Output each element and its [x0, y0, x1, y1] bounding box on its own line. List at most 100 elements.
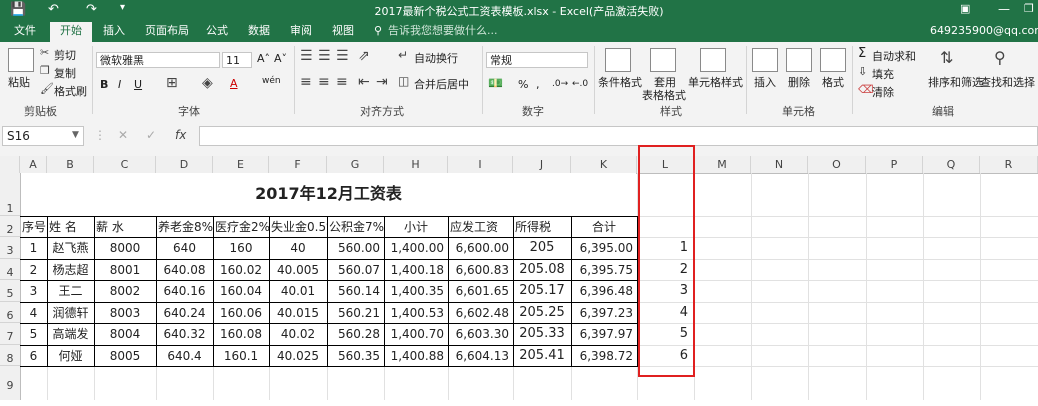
cell-styles-icon[interactable] — [700, 48, 726, 72]
table-cell[interactable]: 640 — [156, 237, 213, 259]
comma-button[interactable]: , — [536, 78, 540, 91]
table-cell[interactable]: 1,400.70 — [384, 323, 448, 345]
enter-icon[interactable]: ✓ — [146, 128, 156, 142]
column-header[interactable]: R — [980, 156, 1038, 173]
format-cells-button[interactable]: 格式 — [822, 74, 844, 90]
table-cell[interactable]: 560.14 — [327, 280, 384, 302]
table-cell[interactable]: 王二 — [47, 280, 94, 302]
phonetic-icon[interactable]: wén — [262, 76, 281, 86]
cell-styles-button[interactable]: 单元格样式 — [688, 74, 743, 90]
tab-page-layout[interactable]: 页面布局 — [145, 24, 189, 42]
italic-icon[interactable]: I — [118, 78, 121, 91]
table-cell[interactable]: 160 — [213, 237, 269, 259]
font-size-select[interactable]: 11 — [222, 52, 252, 68]
format-table-icon[interactable] — [650, 48, 676, 72]
tab-file[interactable]: 文件 — [14, 24, 36, 42]
row-header[interactable]: 3 — [0, 237, 20, 259]
header-cell[interactable]: 公积金7% — [327, 216, 384, 238]
align-right-icon[interactable]: ≡ — [336, 74, 348, 90]
insert-cells-icon[interactable] — [752, 48, 778, 72]
tab-insert[interactable]: 插入 — [103, 24, 125, 42]
bold-icon[interactable]: B — [100, 78, 108, 91]
table-cell[interactable]: 高端发 — [47, 323, 94, 345]
table-cell[interactable]: 205 — [513, 237, 571, 259]
table-cell[interactable]: 40.01 — [269, 280, 327, 302]
ribbon-display-icon[interactable]: ▣ — [960, 2, 970, 15]
conditional-format-button[interactable]: 条件格式 — [598, 74, 642, 90]
table-cell[interactable]: 6,395.75 — [571, 259, 637, 281]
table-cell[interactable]: 赵飞燕 — [47, 237, 94, 259]
wrap-text-icon[interactable]: ↵ — [398, 48, 408, 62]
tab-formulas[interactable]: 公式 — [206, 24, 228, 42]
wrap-text-button[interactable]: 自动换行 — [414, 50, 458, 66]
table-cell[interactable]: 40.015 — [269, 302, 327, 324]
row-header[interactable]: 7 — [0, 323, 20, 345]
column-header[interactable]: D — [156, 156, 213, 173]
table-cell[interactable]: 205.41 — [513, 345, 571, 367]
table-cell[interactable]: 640.32 — [156, 323, 213, 345]
column-header[interactable]: E — [213, 156, 269, 173]
row-header[interactable]: 9 — [0, 366, 20, 400]
search-icon[interactable]: ⚲ — [994, 48, 1006, 67]
merge-center-button[interactable]: 合并后居中 — [414, 76, 469, 92]
table-cell[interactable]: 640.16 — [156, 280, 213, 302]
select-all-corner[interactable] — [0, 156, 20, 173]
autosum-button[interactable]: 自动求和 — [872, 48, 916, 64]
cut-button[interactable]: 剪切 — [54, 47, 76, 63]
header-cell[interactable]: 应发工资 — [448, 216, 513, 238]
table-cell[interactable]: 160.02 — [213, 259, 269, 281]
restore-icon[interactable]: ❐ — [1024, 2, 1034, 15]
cut-icon[interactable]: ✂ — [40, 46, 49, 59]
align-middle-icon[interactable]: ☰ — [318, 48, 331, 64]
percent-button[interactable]: % — [518, 78, 528, 91]
table-cell[interactable]: 1,400.88 — [384, 345, 448, 367]
table-cell[interactable]: 6,396.48 — [571, 280, 637, 302]
table-cell[interactable]: 205.08 — [513, 259, 571, 281]
autosum-icon[interactable]: Σ — [858, 46, 866, 61]
copy-button[interactable]: 复制 — [54, 65, 76, 81]
column-header[interactable]: J — [513, 156, 571, 173]
table-cell[interactable]: 560.35 — [327, 345, 384, 367]
column-header[interactable]: I — [448, 156, 513, 173]
table-cell[interactable]: 1,400.00 — [384, 237, 448, 259]
table-cell[interactable]: 8004 — [94, 323, 156, 345]
decrease-indent-icon[interactable]: ⇤ — [358, 74, 370, 90]
paste-icon[interactable] — [8, 48, 34, 72]
table-cell[interactable]: 6,600.00 — [448, 237, 513, 259]
conditional-format-icon[interactable] — [605, 48, 631, 72]
column-header[interactable]: N — [751, 156, 808, 173]
table-cell[interactable]: 何娅 — [47, 345, 94, 367]
header-cell[interactable]: 合计 — [571, 216, 637, 238]
delete-cells-icon[interactable] — [786, 48, 812, 72]
row-header[interactable]: 5 — [0, 280, 20, 302]
fill-color-icon[interactable]: ◈ — [202, 75, 213, 91]
header-cell[interactable]: 小计 — [384, 216, 448, 238]
header-cell[interactable]: 所得税 — [513, 216, 571, 238]
borders-icon[interactable]: ⊞ — [166, 75, 178, 91]
column-header[interactable]: B — [47, 156, 94, 173]
format-cells-icon[interactable] — [820, 48, 846, 72]
fill-button[interactable]: 填充 — [872, 66, 894, 82]
table-cell[interactable]: 6 — [20, 345, 47, 367]
table-cell[interactable]: 205.25 — [513, 302, 571, 324]
column-header[interactable]: C — [94, 156, 156, 173]
increase-font-icon[interactable]: A˄ — [257, 52, 270, 65]
table-cell[interactable]: 6,602.48 — [448, 302, 513, 324]
orientation-icon[interactable]: ⇗ — [358, 48, 370, 64]
clear-button[interactable]: 清除 — [872, 84, 894, 100]
header-cell[interactable]: 姓 名 — [47, 216, 94, 238]
table-cell[interactable]: 560.28 — [327, 323, 384, 345]
table-cell[interactable]: 640.24 — [156, 302, 213, 324]
table-cell[interactable]: 6,603.30 — [448, 323, 513, 345]
tell-me-search[interactable]: 告诉我您想要做什么... — [388, 24, 498, 42]
cancel-icon[interactable]: ✕ — [118, 128, 128, 142]
column-header[interactable]: O — [808, 156, 866, 173]
number-format-select[interactable]: 常规 — [486, 52, 588, 68]
account-name[interactable]: 649235900@qq.com — [930, 24, 1038, 42]
decrease-decimal-icon[interactable]: ←.0 — [572, 79, 588, 89]
table-cell[interactable]: 8003 — [94, 302, 156, 324]
column-header[interactable]: P — [866, 156, 923, 173]
table-cell[interactable]: 560.21 — [327, 302, 384, 324]
font-name-select[interactable]: 微软雅黑 — [96, 52, 220, 68]
table-cell[interactable]: 1 — [20, 237, 47, 259]
